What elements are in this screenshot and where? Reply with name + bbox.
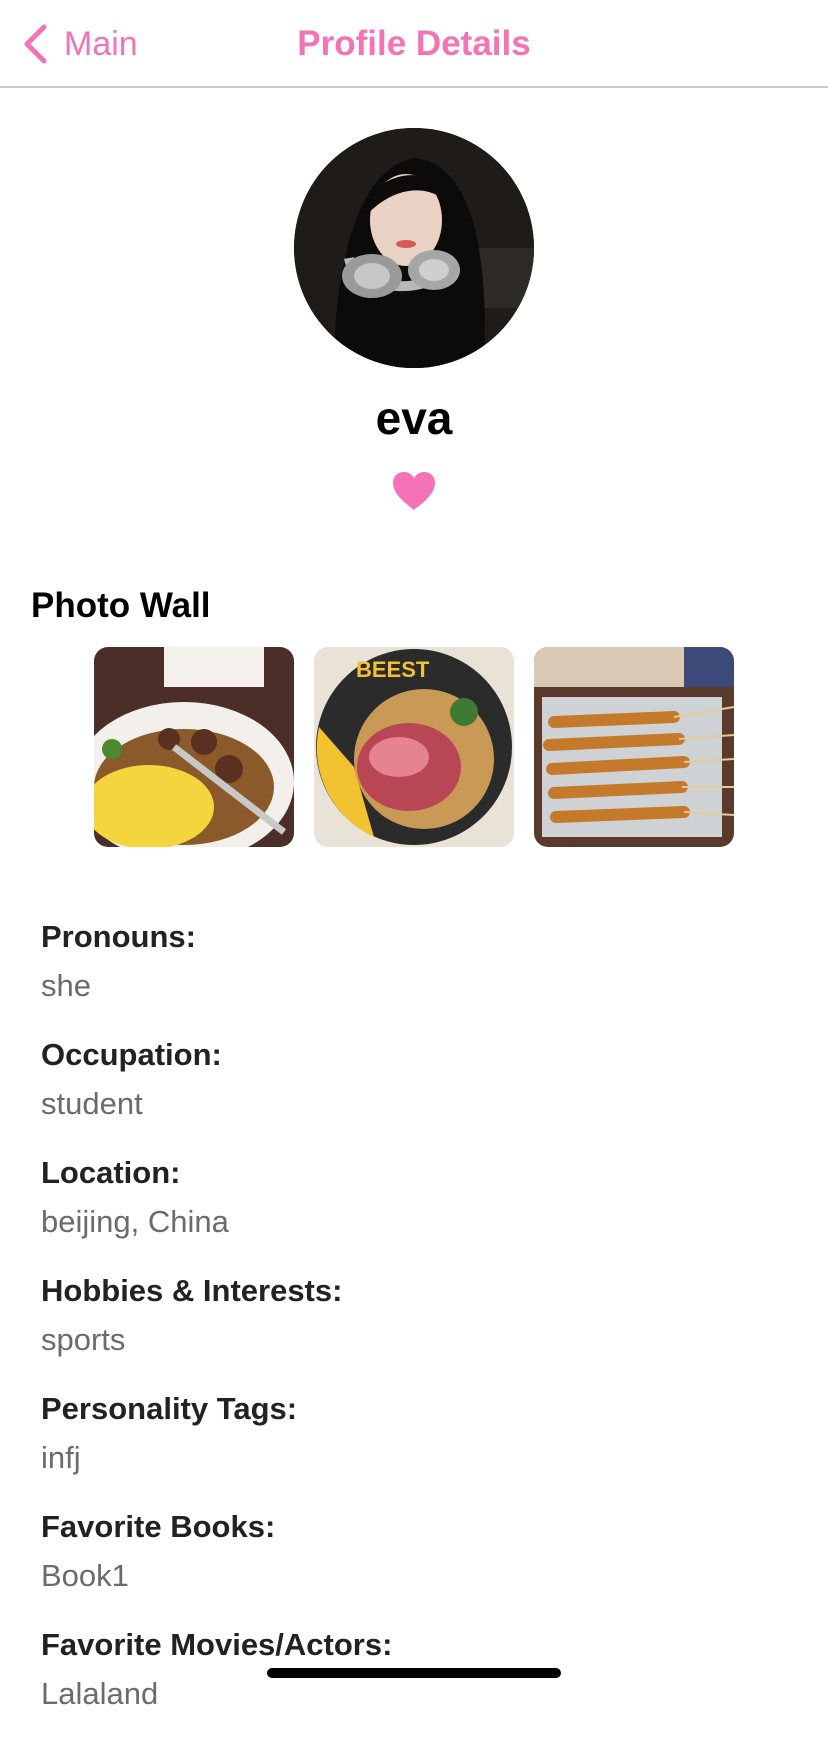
profile-details: Pronouns: she Occupation: student Locati… xyxy=(41,912,801,1738)
page-title: Profile Details xyxy=(297,24,531,63)
field-pronouns: Pronouns: she xyxy=(41,912,801,1030)
navigation-bar: Main Profile Details xyxy=(0,0,828,88)
field-value: student xyxy=(41,1086,143,1121)
field-hobbies: Hobbies & Interests: sports xyxy=(41,1266,801,1384)
field-occupation: Occupation: student xyxy=(41,1030,801,1148)
field-label: Occupation: xyxy=(41,1037,222,1072)
field-personality-tags: Personality Tags: infj xyxy=(41,1384,801,1502)
field-value: Book1 xyxy=(41,1558,129,1593)
field-label: Personality Tags: xyxy=(41,1391,298,1426)
field-location: Location: beijing, China xyxy=(41,1148,801,1266)
field-value: infj xyxy=(41,1440,81,1475)
photo-thumbnail-1[interactable] xyxy=(94,647,294,847)
bowl-logo-text: BEEST xyxy=(356,657,430,682)
field-label: Hobbies & Interests: xyxy=(41,1273,343,1308)
field-label: Favorite Books: xyxy=(41,1509,276,1544)
field-favorite-movies: Favorite Movies/Actors: Lalaland xyxy=(41,1620,801,1738)
photo-thumbnail-2[interactable]: BEEST xyxy=(314,647,514,847)
home-indicator[interactable] xyxy=(267,1668,561,1678)
field-value: beijing, China xyxy=(41,1204,229,1239)
photo-thumbnail-3[interactable] xyxy=(534,647,734,847)
photo-wall: BEEST xyxy=(94,647,734,847)
profile-name: eva xyxy=(375,392,453,444)
photo-wall-title: Photo Wall xyxy=(31,586,211,625)
heart-icon[interactable] xyxy=(391,470,437,512)
field-label: Location: xyxy=(41,1155,181,1190)
field-value: she xyxy=(41,968,91,1003)
field-favorite-books: Favorite Books: Book1 xyxy=(41,1502,801,1620)
field-value: sports xyxy=(41,1322,126,1357)
field-label: Pronouns: xyxy=(41,919,196,954)
field-label: Favorite Movies/Actors: xyxy=(41,1627,393,1662)
avatar xyxy=(294,128,534,368)
